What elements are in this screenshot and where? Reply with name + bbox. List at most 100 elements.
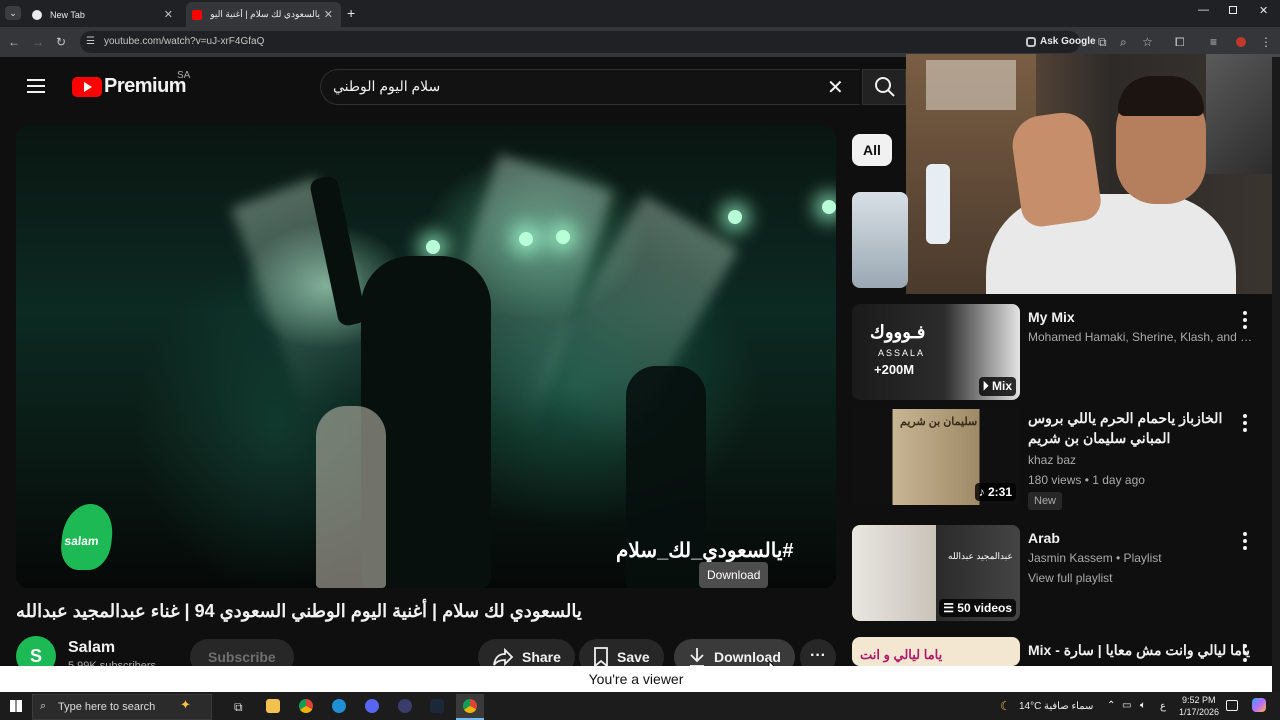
chrome-icon (32, 9, 42, 20)
weather-text[interactable]: سماء صافية (1044, 701, 1093, 712)
reload-icon[interactable]: ↻ (56, 35, 66, 49)
media-controls-icon[interactable]: ≡ (1210, 35, 1217, 49)
extensions-icon[interactable]: ⧠ (1175, 35, 1185, 49)
tab-list-dropdown-icon[interactable]: ⌄ (5, 6, 21, 20)
bookmark-icon (594, 647, 608, 667)
mix-label: Mix (991, 379, 1012, 393)
taskbar-search-placeholder[interactable]: Type here to search (58, 701, 155, 713)
tray-overflow-icon[interactable]: ⌃ (1107, 700, 1115, 711)
mix-icon: ⏵ (982, 379, 992, 393)
notifications-icon[interactable] (1226, 700, 1238, 711)
more-options-icon[interactable] (1243, 414, 1247, 435)
video-player[interactable]: salam #يالسعودي_لك_سلام (16, 126, 836, 588)
minimize-icon[interactable]: — (1198, 4, 1209, 16)
sidebar-item-title[interactable]: My Mix (1028, 307, 1254, 327)
temperature[interactable]: 14°C (1019, 701, 1041, 712)
more-options-icon[interactable] (1243, 532, 1247, 553)
hamburger-menu-icon[interactable] (27, 79, 45, 93)
thumb-caption: فـوووك (870, 322, 926, 342)
thumb-caption: عبدالمجيد عبدالله (948, 551, 1013, 561)
browser-menu-icon[interactable]: ⋮ (1260, 35, 1272, 49)
clear-search-icon[interactable]: ✕ (827, 75, 844, 100)
wall-posters (1206, 54, 1280, 174)
windows-start-icon[interactable] (10, 700, 22, 712)
task-view-icon[interactable]: ⧉ (234, 700, 243, 715)
avatar-initial: S (29, 646, 42, 666)
channel-name[interactable]: Salam (68, 639, 115, 657)
playlist-icon: ☰ (943, 601, 958, 615)
duration-badge: ♪ 2:31 (974, 483, 1016, 501)
share-label: Share (522, 649, 561, 665)
copilot-icon[interactable] (1252, 698, 1266, 712)
cast-icon[interactable]: ⧉ (1098, 35, 1107, 49)
video-title: يالسعودي لك سلام | أغنية اليوم الوطني ال… (16, 601, 582, 621)
more-options-icon[interactable] (1243, 311, 1247, 332)
stage-spotlight (426, 240, 440, 254)
taskbar-search-icon: ⌕ (40, 700, 47, 712)
site-info-icon[interactable]: ☰ (86, 35, 95, 49)
chrome-active-icon[interactable] (463, 699, 477, 713)
steam-icon[interactable] (430, 699, 444, 713)
sidebar-item-thumbnail[interactable]: عبدالمجيد عبدالله ☰ 50 videos (852, 525, 1020, 621)
tab-label: يالسعودي لك سلام | أغنية اليوم ال (210, 9, 320, 19)
premium-logo-text[interactable]: Premium (104, 75, 187, 98)
back-icon[interactable]: ← (8, 35, 20, 49)
stage-spotlight (822, 200, 836, 214)
stage-spotlight (519, 232, 533, 246)
edge-icon[interactable] (332, 699, 346, 713)
streamer-hand (1008, 108, 1104, 230)
thumb-caption: سليمان بن شريم (900, 416, 978, 428)
playlist-overlay: ☰ 50 videos (939, 599, 1016, 617)
sidebar-item-title[interactable]: Arab (1028, 528, 1254, 548)
duration-text: 2:31 (987, 485, 1012, 499)
forward-icon[interactable]: → (32, 35, 44, 49)
sidebar-item-title[interactable]: الخازباز ياحمام الحرم ياللي بروس المباني… (1028, 408, 1254, 448)
clock-time[interactable]: 9:52 PM (1182, 695, 1216, 705)
tab-youtube[interactable]: يالسعودي لك سلام | أغنية اليوم ال ✕ (186, 2, 341, 27)
mix-overlay: ⏵ Mix (978, 377, 1016, 396)
close-tab-icon[interactable]: ✕ (164, 8, 173, 21)
thumb-caption: +200M (874, 362, 915, 377)
google-lens-icon[interactable] (1026, 37, 1036, 47)
download-tooltip: Download (699, 562, 769, 588)
search-input-value[interactable]: سلام اليوم الوطني (333, 78, 440, 95)
chip-all[interactable]: All (852, 134, 892, 166)
scrollbar[interactable] (1272, 57, 1280, 692)
more-options-icon[interactable] (1243, 644, 1247, 665)
region-code: SA (177, 70, 191, 81)
language-indicator[interactable]: ع (1160, 701, 1166, 712)
ask-google-button[interactable]: Ask Google (1040, 36, 1096, 47)
search-icon[interactable] (874, 76, 896, 98)
network-icon[interactable]: ▭ (1122, 700, 1131, 711)
view-full-playlist-link[interactable]: View full playlist (1028, 571, 1254, 585)
sidebar-item-thumbnail[interactable] (852, 192, 908, 288)
restore-icon[interactable] (1229, 6, 1237, 14)
sidebar-item-channel: khaz baz (1028, 453, 1077, 467)
file-explorer-icon[interactable] (266, 699, 280, 713)
chrome-icon[interactable] (299, 699, 313, 713)
sidebar-item-title[interactable]: Mix - ياما ليالي وانت مش معايا | سارة هي… (1028, 640, 1254, 666)
bookmark-star-icon[interactable]: ☆ (1142, 35, 1153, 49)
playlist-count: 50 videos (957, 601, 1012, 615)
zoom-icon[interactable]: ⌕ (1120, 35, 1127, 49)
close-tab-icon[interactable]: ✕ (324, 8, 333, 21)
clock-date[interactable]: 1/17/2026 (1179, 707, 1219, 717)
discord-icon[interactable] (365, 699, 379, 713)
tab-new-tab[interactable]: New Tab ✕ (26, 2, 181, 27)
new-badge: New (1028, 492, 1063, 510)
profile-icon[interactable] (1236, 37, 1246, 47)
background-figure (316, 406, 386, 588)
sidebar-item-thumbnail[interactable]: سليمان بن شريم ♪ 2:31 (852, 409, 1020, 505)
url-text[interactable]: youtube.com/watch?v=uJ-xrF4GfaQ (104, 36, 264, 47)
viewer-status-bar: You're a viewer (0, 666, 1272, 692)
music-note-icon: ♪ (978, 485, 988, 499)
sidebar-item-stats: 180 views • 1 day ago (1028, 473, 1145, 487)
sidebar-item-thumbnail[interactable]: ياما ليالي و انت (852, 637, 1020, 666)
youtube-logo-icon[interactable] (72, 77, 102, 97)
volume-icon[interactable]: 🔈︎ (1140, 700, 1146, 711)
sidebar-item-thumbnail[interactable]: فـوووك ASSALA +200M ⏵ Mix (852, 304, 1020, 400)
close-window-icon[interactable]: ✕ (1259, 4, 1268, 17)
app-icon[interactable] (398, 699, 412, 713)
new-tab-icon[interactable]: + (347, 5, 355, 21)
stage-spotlight (556, 230, 570, 244)
